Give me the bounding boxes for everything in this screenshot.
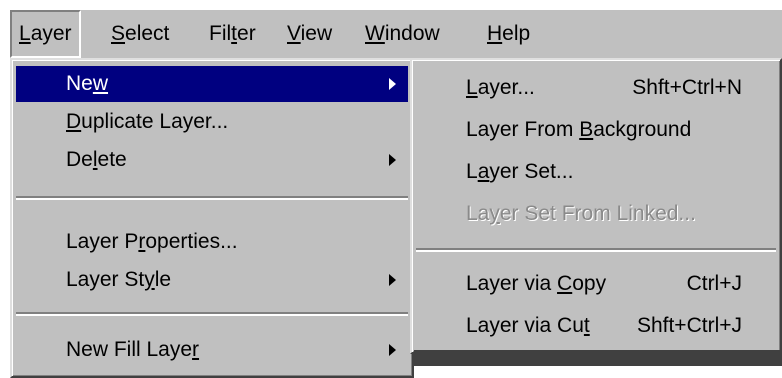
menu-item-delete[interactable]: Delete — [16, 142, 408, 178]
menu-view-accel: V — [287, 22, 301, 45]
shortcut-label: Shft+Ctrl+J — [636, 314, 742, 337]
submenu-item-layer-set-post: yer Set... — [489, 160, 574, 183]
menu-item-new-pre: Ne — [66, 72, 93, 95]
submenu-item-via-copy-post: opy — [572, 272, 607, 295]
submenu-item-from-background-accel: B — [579, 118, 594, 141]
menu-item-duplicate-layer[interactable]: Duplicate Layer... — [16, 104, 408, 140]
menu-item-delete-label: Delete — [66, 142, 127, 178]
layer-menu: New Duplicate Layer... Delete Layer Prop… — [10, 58, 414, 378]
menu-window-accel: W — [365, 22, 385, 45]
menu-item-layer-properties[interactable]: Layer Properties... — [16, 224, 408, 260]
submenu-item-layer-set[interactable]: Layer Set... — [416, 154, 776, 190]
menu-help-accel: H — [487, 22, 503, 45]
menu-item-duplicate-label: Duplicate Layer... — [66, 104, 228, 140]
menu-item-duplicate-accel: D — [66, 110, 82, 133]
menu-help[interactable]: Help — [480, 10, 537, 58]
submenu-item-from-background-label: Layer From Background — [466, 112, 691, 148]
submenu-item-via-cut-label: Layer via Cut — [466, 308, 590, 344]
submenu-item-layer[interactable]: Layer... Shft+Ctrl+N — [416, 70, 776, 106]
shortcut-label: Shft+Ctrl+N — [632, 76, 742, 99]
submenu-item-layer-set-from-linked: Layer Set From Linked... — [416, 196, 776, 232]
submenu-arrow-icon — [389, 274, 396, 286]
menu-item-delete-pre: De — [66, 148, 93, 171]
menu-item-new-fill-layer[interactable]: New Fill Layer — [16, 332, 408, 368]
menu-separator — [16, 196, 408, 200]
menu-filter[interactable]: Filter — [202, 10, 263, 58]
menu-item-new[interactable]: New — [16, 66, 408, 102]
menu-select-label: elect — [125, 22, 170, 45]
menu-window-label: indow — [384, 22, 440, 45]
submenu-item-layer-accel: L — [466, 76, 478, 99]
menu-item-delete-post: ete — [97, 148, 127, 171]
menu-item-properties-post: operties... — [145, 230, 238, 253]
submenu-arrow-icon — [389, 344, 396, 356]
menu-select-accel: S — [111, 22, 126, 45]
menu-item-new-fill-pre: New Fill Laye — [66, 338, 193, 361]
menu-layer[interactable]: Layer — [10, 10, 81, 58]
submenu-item-layer-label: Layer... — [466, 70, 535, 106]
menu-item-duplicate-post: uplicate Layer... — [81, 110, 229, 133]
menu-item-new-label: New — [66, 66, 108, 102]
submenu-item-layer-post: ayer... — [477, 76, 535, 99]
menu-item-layer-style[interactable]: Layer Style — [16, 262, 408, 298]
submenu-item-layer-set-accel: a — [477, 160, 490, 183]
menu-item-style-accel: y — [144, 268, 155, 291]
submenu-item-from-background-pre: Layer From — [466, 118, 580, 141]
submenu-item-layer-from-background[interactable]: Layer From Background — [416, 112, 776, 148]
submenu-item-layer-set-label: Layer Set... — [466, 154, 573, 190]
submenu-item-layer-set-pre: L — [466, 160, 478, 183]
menu-help-label: elp — [502, 22, 531, 45]
submenu-item-set-from-linked-post: er Set From Linked... — [499, 202, 696, 225]
menu-bar: Layer Select Filter View Window Help — [10, 10, 782, 58]
menu-layer-label: ayer — [30, 22, 72, 45]
menu-item-new-accel: w — [92, 72, 109, 95]
submenu-item-from-background-post: ackground — [593, 118, 692, 141]
menu-filter-label-pre: Fil — [209, 22, 232, 45]
menu-separator — [416, 248, 776, 252]
menu-select[interactable]: Select — [104, 10, 176, 58]
submenu-item-via-cut-accel: t — [583, 314, 590, 337]
submenu-arrow-icon — [389, 154, 396, 166]
menu-item-style-label: Layer Style — [66, 262, 171, 298]
submenu-item-set-from-linked-accel: y — [489, 202, 500, 225]
submenu-item-layer-via-cut[interactable]: Layer via Cut Shft+Ctrl+J — [416, 308, 776, 344]
submenu-item-via-copy-accel: C — [557, 272, 573, 295]
submenu-shadow — [414, 350, 782, 366]
submenu-item-set-from-linked-label: Layer Set From Linked... — [466, 196, 696, 232]
menu-item-new-fill-label: New Fill Layer — [66, 332, 199, 368]
menu-view-label: iew — [300, 22, 333, 45]
submenu-item-set-from-linked-pre: La — [466, 202, 490, 225]
submenu-item-via-copy-pre: Layer via — [466, 272, 558, 295]
menu-filter-label: er — [237, 22, 256, 45]
submenu-arrow-icon — [389, 78, 396, 90]
new-submenu: Layer... Shft+Ctrl+N Layer From Backgrou… — [410, 58, 782, 354]
menu-view[interactable]: View — [280, 10, 339, 58]
shortcut-label: Ctrl+J — [686, 272, 742, 295]
submenu-item-via-cut-pre: Layer via Cu — [466, 314, 584, 337]
submenu-item-layer-via-copy[interactable]: Layer via Copy Ctrl+J — [416, 266, 776, 302]
menu-item-new-fill-accel: r — [192, 338, 200, 361]
submenu-item-via-copy-label: Layer via Copy — [466, 266, 606, 302]
menu-item-style-post: le — [154, 268, 172, 291]
menu-window[interactable]: Window — [358, 10, 447, 58]
menu-separator — [16, 312, 408, 316]
menu-item-properties-label: Layer Properties... — [66, 224, 238, 260]
menu-item-properties-pre: Layer P — [66, 230, 139, 253]
menu-item-style-pre: Layer St — [66, 268, 145, 291]
menu-layer-accel: L — [19, 22, 31, 45]
